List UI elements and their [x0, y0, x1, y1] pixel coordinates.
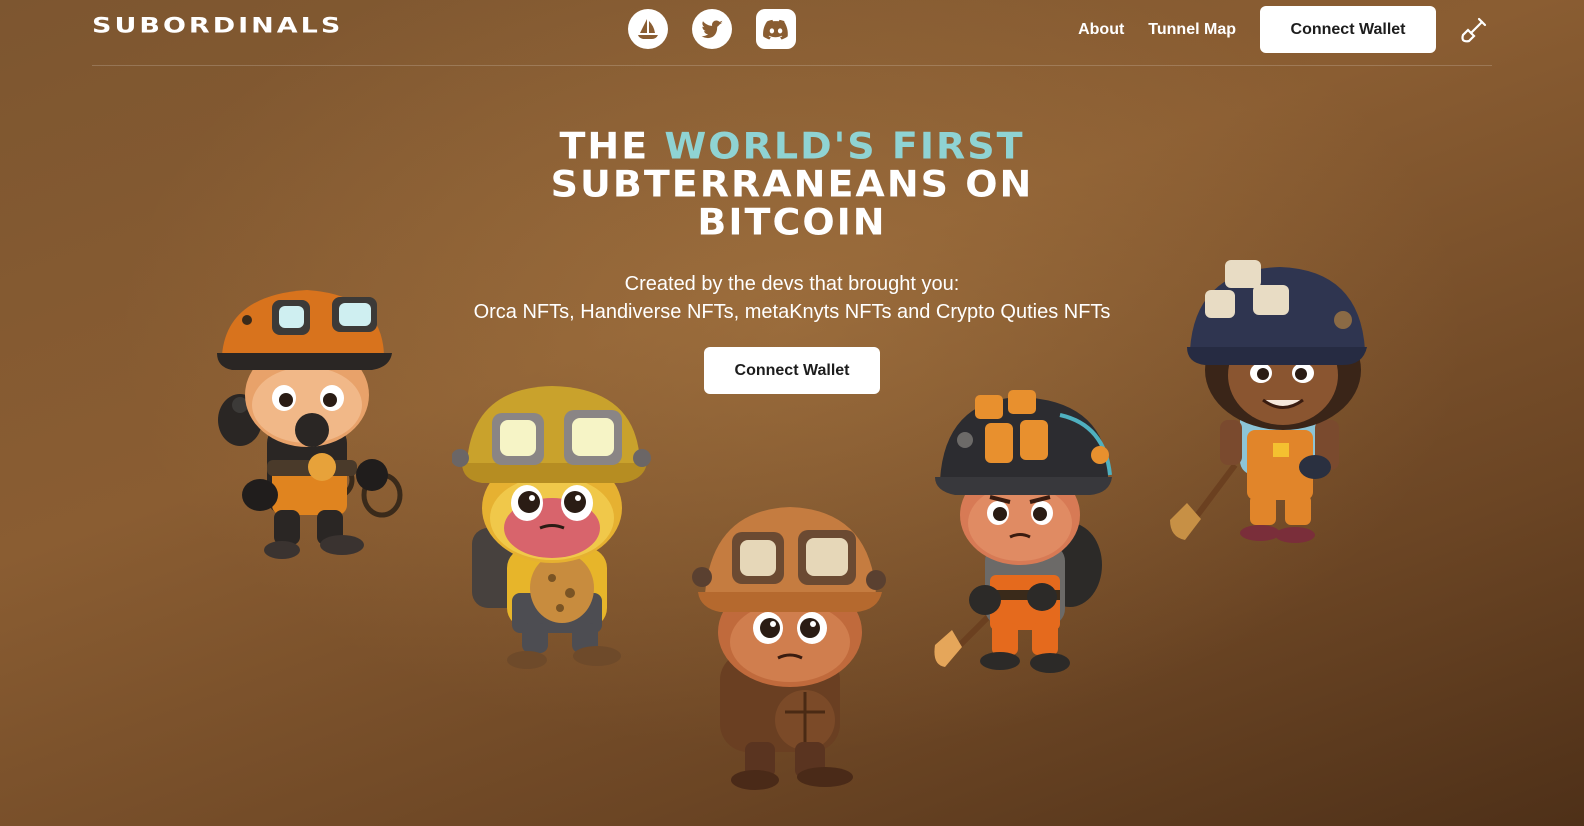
hero-title-prefix: THE: [559, 125, 665, 167]
miner-dark-helmet-shovel: [934, 390, 1112, 673]
miner-yellow-helmet: [452, 386, 651, 669]
hero-title-accent: WORLD'S FIRST: [664, 125, 1025, 167]
site-logo[interactable]: SUBORDINALS: [92, 14, 343, 38]
hero-subtitle-line1: Created by the devs that brought you:: [624, 273, 960, 295]
miner-blue-helmet-shovel: [1170, 260, 1367, 543]
site-header: SUBORDINALS About Tunnel Map Connect Wal…: [92, 0, 1492, 66]
twitter-link[interactable]: [692, 9, 732, 49]
discord-link[interactable]: [756, 9, 796, 49]
shovel-icon: [1461, 17, 1487, 42]
nav-about[interactable]: About: [1078, 21, 1124, 39]
hero-title: THE WORLD'S FIRST SUBTERRANEANS ON BITCO…: [0, 127, 1584, 241]
hero-connect-wallet-button[interactable]: Connect Wallet: [704, 347, 880, 394]
discord-icon: [763, 19, 788, 40]
opensea-link[interactable]: [628, 9, 668, 49]
miner-bronze-helmet: [692, 507, 886, 790]
boat-icon: [638, 19, 658, 39]
hero-title-line1: THE WORLD'S FIRST: [0, 127, 1584, 165]
bird-icon: [701, 20, 723, 39]
hero-subtitle-line2: Orca NFTs, Handiverse NFTs, metaKnyts NF…: [473, 301, 1111, 323]
miner-orange-helmet: [217, 290, 403, 559]
nav-tunnel-map[interactable]: Tunnel Map: [1148, 21, 1236, 39]
hero-subtitle: Created by the devs that brought you: Or…: [472, 270, 1112, 326]
social-links: [628, 9, 796, 49]
hero-title-line3: BITCOIN: [697, 201, 887, 243]
hero-title-line2: SUBTERRANEANS ON: [550, 163, 1034, 205]
connect-wallet-button[interactable]: Connect Wallet: [1260, 6, 1436, 53]
main-nav: About Tunnel Map Connect Wallet: [1078, 6, 1492, 53]
shovel-button[interactable]: [1456, 12, 1492, 48]
